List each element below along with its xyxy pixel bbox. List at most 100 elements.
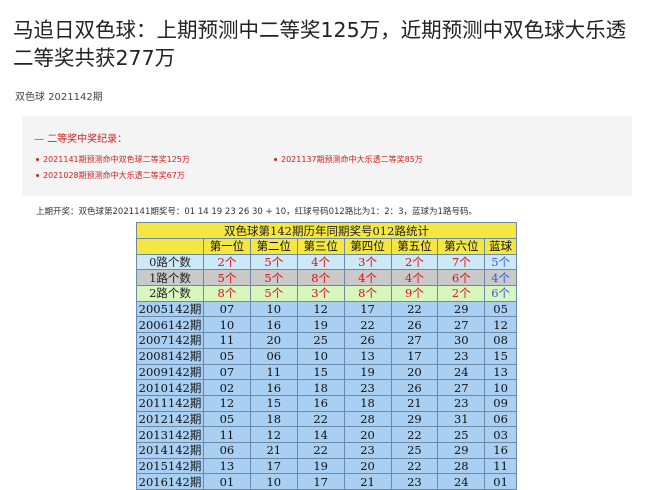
- table-cell: 4个: [484, 269, 517, 287]
- table-cell: 28: [343, 410, 392, 428]
- table-row: 2005142期 07 10 12 17 22 29 05: [136, 300, 517, 318]
- award-item-text[interactable]: 2021141期预测命中双色球二等奖125万: [43, 155, 190, 164]
- table-cell: 16: [484, 441, 517, 459]
- table-cell: 5个: [249, 285, 298, 302]
- table-cell: 6个: [437, 269, 486, 287]
- article-meta[interactable]: 双色球 2021142期: [15, 88, 103, 103]
- column-header: 第二位: [249, 238, 298, 255]
- table-cell: 09: [484, 394, 517, 412]
- table-cell: 26: [390, 379, 439, 396]
- table-cell: 29: [437, 300, 486, 318]
- row-label: 2007142期: [136, 332, 204, 349]
- table-cell: 20: [249, 332, 298, 349]
- award-item[interactable]: 2021028期预测命中大乐透二等奖67万: [36, 170, 185, 181]
- column-header: 第一位: [203, 238, 251, 255]
- row-label: 1路个数: [136, 269, 204, 287]
- table-cell: 14: [296, 426, 345, 443]
- table-cell: 05: [203, 347, 251, 365]
- table-cell: 15: [484, 347, 517, 365]
- row-label: 2路个数: [136, 285, 204, 302]
- table-cell: 12: [484, 316, 517, 334]
- table-cell: 20: [343, 457, 392, 475]
- table-cell: 25: [296, 332, 345, 349]
- table-cell: 22: [390, 426, 439, 443]
- table-cell: 23: [390, 473, 439, 490]
- table-cell: 18: [249, 410, 298, 428]
- table-cell: 31: [437, 410, 486, 428]
- table-cell: 02: [203, 379, 251, 396]
- table-cell: 15: [249, 394, 298, 412]
- route-row-0: 0路个数 2个 5个 4个 3个 2个 7个 5个: [136, 253, 517, 271]
- table-cell: 20: [343, 426, 392, 443]
- table-cell: 18: [296, 379, 345, 396]
- table-cell: 3个: [343, 253, 392, 271]
- table-cell: 7个: [437, 253, 486, 271]
- award-heading-text: 二等奖中奖纪录：: [47, 134, 128, 145]
- table-header-row: 第一位 第二位 第三位 第四位 第五位 第六位 蓝球: [136, 238, 517, 255]
- table-cell: 3个: [296, 285, 345, 302]
- table-cell: 06: [484, 410, 517, 428]
- table-row: 2012142期 05 18 22 28 29 31 06: [136, 410, 517, 428]
- table-row: 2014142期 06 21 22 23 25 29 16: [136, 441, 517, 459]
- table-row: 2007142期 11 20 25 26 27 30 08: [136, 332, 517, 349]
- table-cell: 24: [437, 363, 486, 381]
- award-item-text[interactable]: 2021137期预测命中大乐透二等奖85万: [281, 155, 423, 164]
- table-cell: 10: [484, 379, 517, 396]
- table-cell: 9个: [390, 285, 439, 302]
- table-cell: 23: [343, 441, 392, 459]
- table-cell: 22: [296, 441, 345, 459]
- table-row: 2010142期 02 16 18 23 26 27 10: [136, 379, 517, 396]
- table-cell: 11: [249, 363, 298, 381]
- table-cell: 05: [203, 410, 251, 428]
- table-cell: 27: [437, 316, 486, 334]
- row-label: 2008142期: [136, 347, 204, 365]
- table-title-row: 双色球第142期历年同期奖号012路统计: [136, 222, 517, 239]
- table-cell: 5个: [249, 253, 298, 271]
- bullet-icon: [274, 158, 277, 161]
- route-row-1: 1路个数 5个 5个 8个 4个 4个 6个 4个: [136, 269, 517, 287]
- table-cell: 16: [249, 379, 298, 396]
- table-row: 2015142期 13 17 19 20 22 28 11: [136, 457, 517, 475]
- row-label: 2016142期: [136, 473, 204, 490]
- table-cell: 12: [296, 300, 345, 318]
- table-cell: 11: [484, 457, 517, 475]
- bullet-icon: [36, 158, 39, 161]
- row-label: 2006142期: [136, 316, 204, 334]
- award-heading: — 二等奖中奖纪录：: [34, 134, 128, 145]
- header-blank-cell: [136, 238, 204, 255]
- table-cell: 25: [390, 441, 439, 459]
- table-cell: 20: [390, 363, 439, 381]
- award-item[interactable]: 2021137期预测命中大乐透二等奖85万: [274, 154, 423, 165]
- table-cell: 10: [203, 316, 251, 334]
- award-item[interactable]: 2021141期预测命中双色球二等奖125万: [36, 154, 190, 165]
- table-cell: 23: [437, 347, 486, 365]
- column-header: 第四位: [343, 238, 392, 255]
- table-cell: 16: [296, 394, 345, 412]
- table-cell: 13: [343, 347, 392, 365]
- column-header: 第六位: [437, 238, 486, 255]
- table-cell: 22: [390, 300, 439, 318]
- table-cell: 23: [437, 394, 486, 412]
- table-cell: 01: [484, 473, 517, 490]
- table-cell: 07: [203, 363, 251, 381]
- table-cell: 6个: [484, 285, 517, 302]
- table-cell: 30: [437, 332, 486, 349]
- table-row: 2006142期 10 16 19 22 26 27 12: [136, 316, 517, 334]
- table-row: 2009142期 07 11 15 19 20 24 13: [136, 363, 517, 381]
- table-cell: 15: [296, 363, 345, 381]
- table-cell: 16: [249, 316, 298, 334]
- table-cell: 12: [249, 426, 298, 443]
- table-cell: 17: [390, 347, 439, 365]
- row-label: 2010142期: [136, 379, 204, 396]
- table-cell: 21: [343, 473, 392, 490]
- award-item-text[interactable]: 2021028期预测命中大乐透二等奖67万: [43, 171, 185, 180]
- table-cell: 22: [390, 457, 439, 475]
- table-cell: 2个: [437, 285, 486, 302]
- table-cell: 29: [390, 410, 439, 428]
- table-cell: 17: [249, 457, 298, 475]
- bullet-icon: [36, 174, 39, 177]
- row-label: 2015142期: [136, 457, 204, 475]
- row-label: 2013142期: [136, 426, 204, 443]
- table-cell: 10: [249, 300, 298, 318]
- table-cell: 13: [203, 457, 251, 475]
